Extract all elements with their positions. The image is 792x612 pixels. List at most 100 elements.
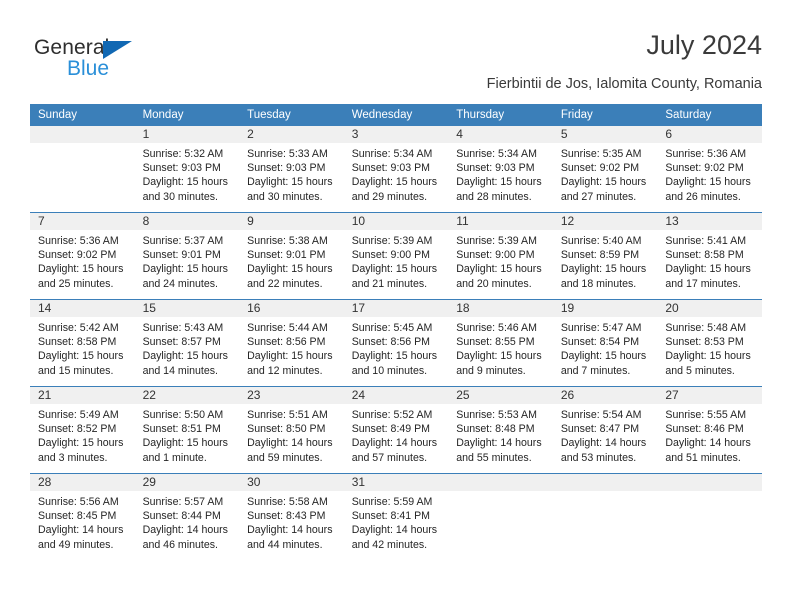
calendar-day-cell[interactable]: 8 Sunrise: 5:37 AM Sunset: 9:01 PM Daylight… <box>134 212 240 300</box>
day-cell-inner: 17 Sunrise: 5:45 AM Sunset: 8:56 PM Dayligh… <box>343 300 449 386</box>
sunset-text: Sunset: 8:53 PM <box>665 336 744 349</box>
sunset-text: Sunset: 8:46 PM <box>665 423 744 436</box>
daylight-text: Daylight: 15 hours and 17 minutes. <box>665 263 751 290</box>
calendar-day-cell[interactable]: 25 Sunrise: 5:53 AM Sunset: 8:48 PM Dayligh… <box>448 386 553 474</box>
day-cell-inner: 14 Sunrise: 5:42 AM Sunset: 8:58 PM Dayligh… <box>30 300 135 386</box>
daylight-text: Daylight: 14 hours and 46 minutes. <box>142 524 228 551</box>
sunset-text: Sunset: 8:47 PM <box>560 423 640 436</box>
calendar-day-cell[interactable]: 18 Sunrise: 5:46 AM Sunset: 8:55 PM Dayligh… <box>448 299 553 387</box>
day-number: 28 <box>30 474 135 491</box>
weekday-header-thursday: Thursday <box>448 104 553 126</box>
sunrise-text: Sunrise: 5:35 AM <box>560 148 642 160</box>
calendar-day-cell[interactable]: 10 Sunrise: 5:39 AM Sunset: 9:00 PM Dayligh… <box>343 212 449 300</box>
day-details: Sunrise: 5:53 AM Sunset: 8:48 PM Daylight:… <box>448 404 553 465</box>
day-number: 4 <box>448 126 553 143</box>
daylight-text: Daylight: 15 hours and 28 minutes. <box>456 176 542 203</box>
sunrise-text: Sunrise: 5:34 AM <box>456 148 537 160</box>
calendar-day-cell[interactable]: 17 Sunrise: 5:45 AM Sunset: 8:56 PM Dayligh… <box>343 299 449 387</box>
calendar-day-cell[interactable]: 5 Sunrise: 5:35 AM Sunset: 9:02 PM Daylight… <box>552 126 658 213</box>
day-details: Sunrise: 5:34 AM Sunset: 9:03 PM Daylight:… <box>344 143 449 204</box>
weekday-header-friday: Friday <box>552 104 658 126</box>
calendar-page: General Blue July 2024 Fierbintii de Jos… <box>0 0 792 612</box>
day-number: 31 <box>343 474 449 491</box>
day-details: Sunrise: 5:38 AM Sunset: 9:01 PM Daylight:… <box>239 230 344 291</box>
calendar-day-cell[interactable]: 14 Sunrise: 5:42 AM Sunset: 8:58 PM Dayligh… <box>30 299 135 387</box>
calendar-day-cell[interactable]: 27 Sunrise: 5:55 AM Sunset: 8:46 PM Dayligh… <box>657 386 762 474</box>
day-number: 14 <box>30 300 135 317</box>
day-details: Sunrise: 5:49 AM Sunset: 8:52 PM Daylight:… <box>30 404 135 465</box>
day-details: Sunrise: 5:48 AM Sunset: 8:53 PM Daylight:… <box>657 317 762 378</box>
sunrise-text: Sunrise: 5:58 AM <box>247 496 328 508</box>
calendar-day-cell[interactable]: 6 Sunrise: 5:36 AM Sunset: 9:02 PM Daylight… <box>657 126 762 213</box>
day-number: 16 <box>239 300 344 317</box>
calendar-day-cell[interactable]: 12 Sunrise: 5:40 AM Sunset: 8:59 PM Dayligh… <box>552 212 658 300</box>
day-details: Sunrise: 5:34 AM Sunset: 9:03 PM Daylight:… <box>448 143 553 204</box>
daylight-text: Daylight: 15 hours and 18 minutes. <box>560 263 647 290</box>
calendar-day-cell[interactable]: 3 Sunrise: 5:34 AM Sunset: 9:03 PM Daylight… <box>343 126 449 213</box>
daylight-text: Daylight: 15 hours and 24 minutes. <box>142 263 228 290</box>
day-details: Sunrise: 5:33 AM Sunset: 9:03 PM Daylight:… <box>239 143 344 204</box>
sunset-text: Sunset: 8:44 PM <box>142 510 221 523</box>
sunrise-text: Sunrise: 5:57 AM <box>142 496 224 508</box>
day-details: Sunrise: 5:59 AM Sunset: 8:41 PM Daylight:… <box>344 491 449 552</box>
sunrise-text: Sunrise: 5:45 AM <box>351 322 433 334</box>
sunrise-text: Sunrise: 5:42 AM <box>38 322 119 334</box>
calendar-day-cell[interactable]: 15 Sunrise: 5:43 AM Sunset: 8:57 PM Dayligh… <box>134 299 240 387</box>
daylight-text: Daylight: 14 hours and 49 minutes. <box>38 524 124 551</box>
calendar-day-cell[interactable]: 28 Sunrise: 5:56 AM Sunset: 8:45 PM Dayligh… <box>30 473 135 560</box>
calendar-day-cell[interactable]: 19 Sunrise: 5:47 AM Sunset: 8:54 PM Dayligh… <box>552 299 658 387</box>
daylight-text: Daylight: 15 hours and 3 minutes. <box>38 437 124 464</box>
calendar-day-cell[interactable]: 31 Sunrise: 5:59 AM Sunset: 8:41 PM Dayligh… <box>343 473 449 560</box>
calendar-day-cell[interactable]: 16 Sunrise: 5:44 AM Sunset: 8:56 PM Dayligh… <box>239 299 344 387</box>
daylight-text: Daylight: 15 hours and 20 minutes. <box>456 263 542 290</box>
daylight-text: Daylight: 14 hours and 51 minutes. <box>665 437 751 464</box>
sunset-text: Sunset: 8:59 PM <box>560 249 640 262</box>
sunset-text: Sunset: 8:58 PM <box>665 249 744 262</box>
day-cell-inner: 10 Sunrise: 5:39 AM Sunset: 9:00 PM Dayligh… <box>343 213 449 299</box>
daylight-text: Daylight: 15 hours and 29 minutes. <box>351 176 438 203</box>
day-details: Sunrise: 5:36 AM Sunset: 9:02 PM Daylight:… <box>657 143 762 204</box>
day-number: 26 <box>552 387 658 404</box>
calendar-cell-empty <box>552 473 658 560</box>
calendar-day-cell[interactable]: 11 Sunrise: 5:39 AM Sunset: 9:00 PM Dayligh… <box>448 212 553 300</box>
calendar-day-cell[interactable]: 20 Sunrise: 5:48 AM Sunset: 8:53 PM Dayligh… <box>657 299 762 387</box>
day-cell-inner: 13 Sunrise: 5:41 AM Sunset: 8:58 PM Dayligh… <box>657 213 762 299</box>
calendar-day-cell[interactable]: 21 Sunrise: 5:49 AM Sunset: 8:52 PM Dayligh… <box>30 386 135 474</box>
calendar-table: Sunday Monday Tuesday Wednesday Thursday… <box>30 104 762 560</box>
calendar-day-cell[interactable]: 26 Sunrise: 5:54 AM Sunset: 8:47 PM Dayligh… <box>552 386 658 474</box>
day-number: 20 <box>657 300 762 317</box>
daylight-text: Daylight: 14 hours and 53 minutes. <box>560 437 647 464</box>
daylight-text: Daylight: 14 hours and 55 minutes. <box>456 437 542 464</box>
day-number: 30 <box>239 474 344 491</box>
calendar-day-cell[interactable]: 13 Sunrise: 5:41 AM Sunset: 8:58 PM Dayligh… <box>657 212 762 300</box>
sunset-text: Sunset: 8:45 PM <box>38 510 117 523</box>
sunrise-text: Sunrise: 5:36 AM <box>665 148 747 160</box>
day-details: Sunrise: 5:44 AM Sunset: 8:56 PM Daylight:… <box>239 317 344 378</box>
sunset-text: Sunset: 8:56 PM <box>351 336 431 349</box>
day-details: Sunrise: 5:56 AM Sunset: 8:45 PM Daylight:… <box>30 491 135 552</box>
calendar-day-cell[interactable]: 30 Sunrise: 5:58 AM Sunset: 8:43 PM Dayligh… <box>239 473 344 560</box>
sunrise-text: Sunrise: 5:44 AM <box>247 322 328 334</box>
calendar-day-cell[interactable]: 22 Sunrise: 5:50 AM Sunset: 8:51 PM Dayligh… <box>134 386 240 474</box>
sunrise-text: Sunrise: 5:39 AM <box>351 235 433 247</box>
day-cell-inner: 5 Sunrise: 5:35 AM Sunset: 9:02 PM Daylight… <box>552 126 658 212</box>
calendar-day-cell[interactable]: 29 Sunrise: 5:57 AM Sunset: 8:44 PM Dayligh… <box>134 473 240 560</box>
calendar-day-cell[interactable]: 9 Sunrise: 5:38 AM Sunset: 9:01 PM Daylight… <box>239 212 344 300</box>
calendar-day-cell[interactable]: 1 Sunrise: 5:32 AM Sunset: 9:03 PM Daylight… <box>134 126 240 213</box>
day-cell-inner: 7 Sunrise: 5:36 AM Sunset: 9:02 PM Daylight… <box>30 213 135 299</box>
sunrise-text: Sunrise: 5:47 AM <box>560 322 642 334</box>
day-cell-inner <box>448 474 553 560</box>
daylight-text: Daylight: 15 hours and 1 minute. <box>142 437 228 464</box>
calendar-day-cell[interactable]: 24 Sunrise: 5:52 AM Sunset: 8:49 PM Dayligh… <box>343 386 449 474</box>
calendar-day-cell[interactable]: 23 Sunrise: 5:51 AM Sunset: 8:50 PM Dayligh… <box>239 386 344 474</box>
sunset-text: Sunset: 9:02 PM <box>560 162 640 175</box>
sunset-text: Sunset: 9:03 PM <box>351 162 431 175</box>
sunrise-text: Sunrise: 5:38 AM <box>247 235 328 247</box>
calendar-day-cell[interactable]: 4 Sunrise: 5:34 AM Sunset: 9:03 PM Daylight… <box>448 126 553 213</box>
calendar-day-cell[interactable]: 7 Sunrise: 5:36 AM Sunset: 9:02 PM Daylight… <box>30 212 135 300</box>
day-cell-inner <box>657 474 762 560</box>
sunrise-text: Sunrise: 5:51 AM <box>247 409 328 421</box>
daylight-text: Daylight: 15 hours and 26 minutes. <box>665 176 751 203</box>
sunset-text: Sunset: 8:49 PM <box>351 423 431 436</box>
calendar-day-cell[interactable]: 2 Sunrise: 5:33 AM Sunset: 9:03 PM Daylight… <box>239 126 344 213</box>
